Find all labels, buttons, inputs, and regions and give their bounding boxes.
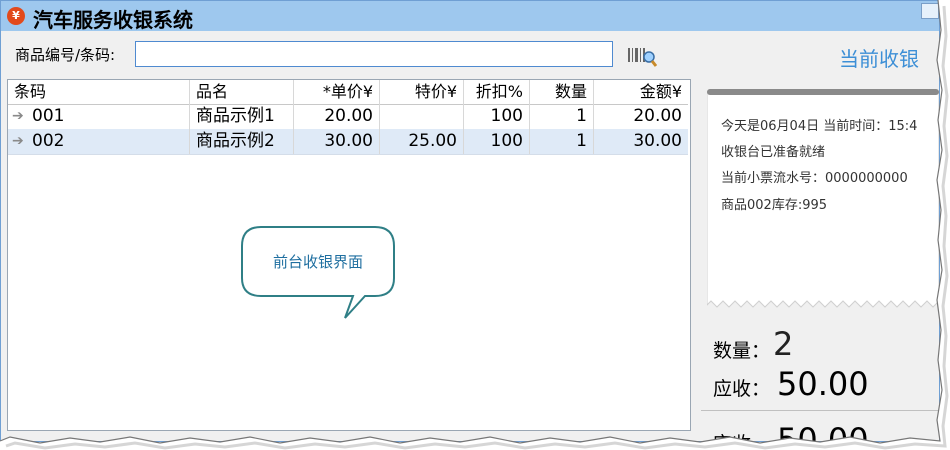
cell-amount[interactable]: 20.00 bbox=[594, 104, 688, 129]
barcode-input[interactable] bbox=[135, 41, 613, 67]
cell-special-price[interactable]: 25.00 bbox=[380, 129, 464, 154]
header-discount[interactable]: 折扣% bbox=[464, 80, 530, 104]
header-special-price[interactable]: 特价¥ bbox=[380, 80, 464, 104]
callout-bubble: 前台收银界面 bbox=[241, 226, 401, 321]
cell-discount[interactable]: 100 bbox=[464, 104, 530, 129]
mode-label: 当前收银 bbox=[839, 47, 919, 71]
cell-barcode[interactable]: 001 bbox=[26, 104, 190, 129]
title-bar: ¥ 汽车服务收银系统 bbox=[1, 1, 939, 32]
cell-price[interactable]: 20.00 bbox=[294, 104, 380, 129]
grid-header: 条码 品名 *单价¥ 特价¥ 折扣% 数量 金额¥ bbox=[8, 80, 688, 105]
cell-price[interactable]: 30.00 bbox=[294, 129, 380, 154]
search-label: 商品编号/条码: bbox=[15, 46, 116, 64]
row-indicator-icon: ➔ bbox=[12, 108, 24, 124]
main-window: ¥ 汽车服务收银系统 商品编号/条码: 当前收银 条码 品名 *单价¥ 特价¥ … bbox=[0, 0, 940, 442]
header-name[interactable]: 品名 bbox=[190, 80, 294, 104]
amount-due-label: 应收： bbox=[713, 378, 771, 400]
row-indicator-icon: ➔ bbox=[12, 133, 24, 149]
header-price[interactable]: *单价¥ bbox=[294, 80, 380, 104]
cell-quantity[interactable]: 1 bbox=[530, 129, 594, 154]
cell-name[interactable]: 商品示例2 bbox=[190, 129, 294, 154]
receipt-line: 收银台已准备就绪 bbox=[721, 145, 826, 160]
cell-amount[interactable]: 30.00 bbox=[594, 129, 688, 154]
cell-barcode[interactable]: 002 bbox=[26, 129, 190, 154]
cell-discount[interactable]: 100 bbox=[464, 129, 530, 154]
quantity-label: 数量： bbox=[713, 340, 771, 362]
header-barcode[interactable]: 条码 bbox=[8, 80, 190, 104]
cell-special-price[interactable] bbox=[380, 104, 464, 129]
callout-text: 前台收银界面 bbox=[272, 253, 363, 271]
cell-quantity[interactable]: 1 bbox=[530, 104, 594, 129]
window-title: 汽车服务收银系统 bbox=[33, 8, 193, 32]
amount-due-value: 50.00 bbox=[777, 365, 869, 403]
divider bbox=[701, 410, 939, 411]
barcode-scan-icon[interactable] bbox=[627, 45, 657, 67]
window-control-button[interactable] bbox=[921, 3, 939, 19]
app-logo-icon: ¥ bbox=[7, 7, 25, 25]
table-row[interactable]: ➔ 002 商品示例2 30.00 25.00 100 1 30.00 bbox=[8, 129, 688, 155]
amount-paid-label: 实收 bbox=[713, 429, 751, 441]
receipt-line: 商品002库存:995 bbox=[721, 198, 828, 213]
quantity-value: 2 bbox=[773, 325, 794, 363]
cell-name[interactable]: 商品示例1 bbox=[190, 104, 294, 129]
amount-paid-value: 50.00 bbox=[777, 421, 869, 442]
table-row[interactable]: ➔ 001 商品示例1 20.00 100 1 20.00 bbox=[8, 104, 688, 130]
header-amount[interactable]: 金额¥ bbox=[594, 80, 688, 104]
header-quantity[interactable]: 数量 bbox=[530, 80, 594, 104]
receipt-line: 今天是06月04日 当前时间：15:4 bbox=[721, 119, 918, 134]
receipt-line: 当前小票流水号：0000000000 bbox=[721, 171, 908, 186]
